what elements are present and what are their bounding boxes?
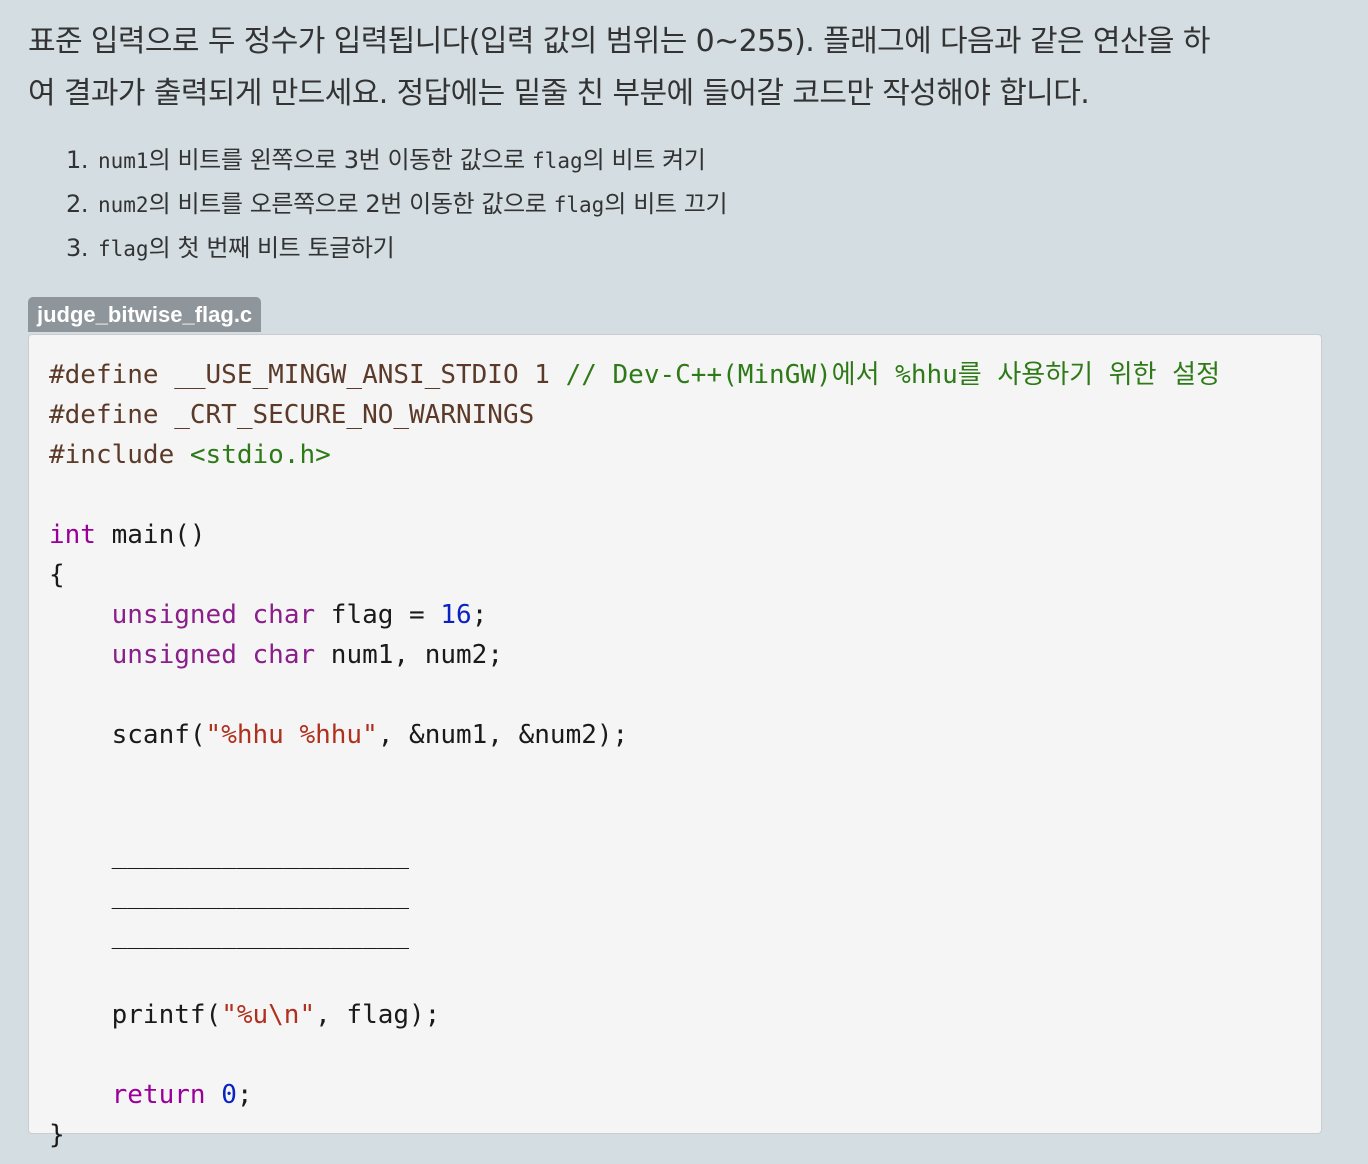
- answer-blank-3: ___________________: [49, 920, 410, 950]
- code-line-16: printf("%u\n", flag);: [49, 995, 1220, 1035]
- requirement-text: 의 비트를 왼쪽으로 3번 이동한 값으로: [148, 146, 533, 174]
- answer-blank-1: ___________________: [49, 840, 410, 870]
- code-text: }: [49, 1120, 65, 1150]
- code-text: num1, num2;: [315, 640, 503, 670]
- requirement-item-1: 1. num1의 비트를 왼쪽으로 3번 이동한 값으로 flag의 비트 켜기: [66, 138, 727, 182]
- code-keyword: return: [111, 1080, 206, 1110]
- code-text: ;: [236, 1080, 253, 1110]
- answer-blank-2: ___________________: [49, 880, 410, 910]
- code-text: flag =: [315, 600, 441, 630]
- requirement-item-3: 3. flag의 첫 번째 비트 토글하기: [66, 226, 727, 270]
- code-keyword: int: [49, 520, 96, 550]
- code-line-5: int main(): [49, 515, 1220, 555]
- requirements-list: 1. num1의 비트를 왼쪽으로 3번 이동한 값으로 flag의 비트 켜기 …: [66, 138, 728, 270]
- code-text: scanf(: [49, 720, 206, 750]
- requirement-variable: num1: [98, 149, 149, 173]
- code-line-19: }: [49, 1115, 1220, 1155]
- code-string: "%hhu %hhu": [205, 720, 378, 750]
- code-text: , &num1, &num2);: [377, 720, 629, 750]
- code-line-8: unsigned char num1, num2;: [49, 635, 1220, 675]
- code-text: {: [49, 560, 65, 590]
- requirement-variable: flag: [553, 193, 605, 217]
- requirement-text: 의 비트 켜기: [582, 146, 706, 174]
- code-filename-tab: judge_bitwise_flag.c: [28, 297, 262, 332]
- code-line-10: scanf("%hhu %hhu", &num1, &num2);: [49, 715, 1220, 755]
- code-text: ;: [471, 600, 488, 630]
- preprocessor-directive: #define _CRT_SECURE_NO_WARNINGS: [49, 400, 535, 430]
- include-header: <stdio.h>: [189, 440, 331, 470]
- requirement-text: 의 비트 끄기: [604, 190, 728, 218]
- code-text: , flag);: [315, 1000, 441, 1030]
- requirement-number: 2.: [66, 190, 89, 218]
- requirement-variable: flag: [98, 237, 149, 261]
- code-number: 16: [440, 600, 472, 630]
- code-line-1: #define __USE_MINGW_ANSI_STDIO 1 // Dev-…: [49, 355, 1220, 395]
- problem-description: 표준 입력으로 두 정수가 입력됩니다(입력 값의 범위는 0~255). 플래…: [28, 16, 1328, 120]
- requirement-number: 3.: [66, 234, 89, 262]
- code-string: "%u\n": [221, 1000, 316, 1030]
- code-text: printf(: [49, 1000, 222, 1030]
- preprocessor-directive: #define __USE_MINGW_ANSI_STDIO 1: [49, 360, 566, 390]
- code-keyword: char: [252, 640, 316, 670]
- requirement-text: 의 첫 번째 비트 토글하기: [148, 234, 395, 262]
- source-code: #define __USE_MINGW_ANSI_STDIO 1 // Dev-…: [49, 355, 1220, 1155]
- requirement-text: 의 비트를 오른쪽으로 2번 이동한 값으로: [148, 190, 554, 218]
- code-line-6: {: [49, 555, 1220, 595]
- code-number: 0: [221, 1080, 237, 1110]
- code-line-2: #define _CRT_SECURE_NO_WARNINGS: [49, 395, 1220, 435]
- code-keyword: char: [252, 600, 316, 630]
- code-text: main(): [95, 520, 206, 550]
- requirement-number: 1.: [66, 146, 89, 174]
- code-line-7: unsigned char flag = 16;: [49, 595, 1220, 635]
- code-keyword: unsigned: [111, 600, 237, 630]
- problem-description-line-1: 표준 입력으로 두 정수가 입력됩니다(입력 값의 범위는 0~255). 플래…: [28, 24, 1210, 59]
- problem-description-line-2: 여 결과가 출력되게 만드세요. 정답에는 밑줄 친 부분에 들어갈 코드만 작…: [28, 76, 1090, 111]
- code-keyword: unsigned: [111, 640, 237, 670]
- code-comment: // Dev-C++(MinGW)에서 %hhu를 사용하기 위한 설정: [565, 360, 1221, 390]
- requirement-item-2: 2. num2의 비트를 오른쪽으로 2번 이동한 값으로 flag의 비트 끄기: [66, 182, 728, 226]
- preprocessor-directive: #include: [49, 440, 190, 470]
- requirement-variable: flag: [532, 149, 583, 173]
- requirement-variable: num2: [98, 193, 149, 217]
- code-block: #define __USE_MINGW_ANSI_STDIO 1 // Dev-…: [28, 334, 1322, 1150]
- code-line-3: #include <stdio.h>: [49, 435, 1220, 475]
- code-line-18: return 0;: [49, 1075, 1220, 1115]
